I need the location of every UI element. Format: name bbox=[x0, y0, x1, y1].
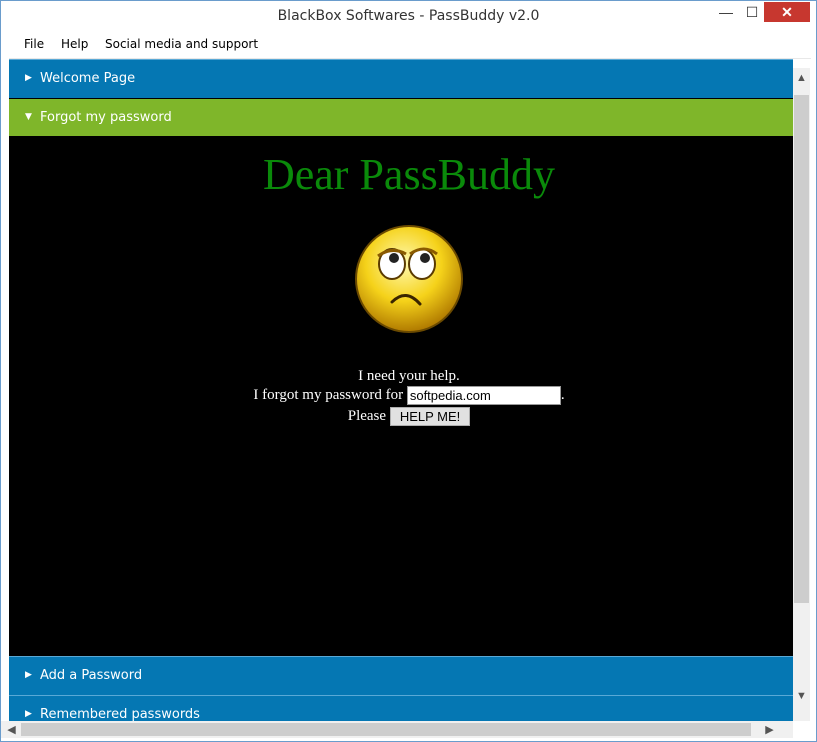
horizontal-scrollbar[interactable]: ◀ ▶ bbox=[1, 721, 793, 738]
expand-arrow-icon: ▶ bbox=[25, 73, 32, 83]
panel-add-label: Add a Password bbox=[40, 668, 143, 683]
scroll-down-icon[interactable]: ▼ bbox=[793, 690, 810, 702]
panel-remembered-label: Remembered passwords bbox=[40, 707, 200, 721]
accordion-content: ▶ Welcome Page ▼ Forgot my password Dear… bbox=[9, 59, 793, 721]
vertical-scroll-thumb[interactable] bbox=[794, 95, 809, 603]
page-heading: Dear PassBuddy bbox=[262, 150, 556, 199]
expand-arrow-icon: ▶ bbox=[25, 709, 32, 719]
app-window: BlackBox Softwares - PassBuddy v2.0 — ☐ … bbox=[0, 0, 817, 742]
scroll-right-icon[interactable]: ▶ bbox=[761, 723, 778, 736]
menu-help[interactable]: Help bbox=[61, 37, 88, 51]
forgot-line: I forgot my password for . bbox=[9, 386, 793, 405]
panel-remembered-header[interactable]: ▶ Remembered passwords bbox=[9, 695, 793, 721]
please-line: Please HELP ME! bbox=[9, 407, 793, 426]
confused-smiley-icon bbox=[355, 225, 463, 333]
minimize-button[interactable]: — bbox=[713, 2, 739, 22]
maximize-button[interactable]: ☐ bbox=[739, 2, 765, 22]
collapse-arrow-icon: ▼ bbox=[25, 112, 32, 122]
scroll-up-icon[interactable]: ▲ bbox=[793, 72, 810, 84]
menu-bar: File Help Social media and support bbox=[9, 32, 811, 59]
panel-welcome-label: Welcome Page bbox=[40, 71, 136, 86]
menu-social-media[interactable]: Social media and support bbox=[105, 37, 258, 51]
title-bar: BlackBox Softwares - PassBuddy v2.0 — ☐ … bbox=[1, 1, 816, 32]
horizontal-scroll-thumb[interactable] bbox=[21, 723, 751, 736]
scroll-left-icon[interactable]: ◀ bbox=[3, 723, 20, 736]
expand-arrow-icon: ▶ bbox=[25, 670, 32, 680]
window-title: BlackBox Softwares - PassBuddy v2.0 bbox=[277, 8, 540, 24]
site-input[interactable] bbox=[406, 386, 561, 405]
help-me-button[interactable]: HELP ME! bbox=[389, 407, 471, 426]
forgot-password-page: Dear PassBuddy I need your help. I forgo… bbox=[9, 136, 793, 656]
panel-welcome-header[interactable]: ▶ Welcome Page bbox=[9, 59, 793, 98]
close-button[interactable]: ✕ bbox=[764, 2, 810, 22]
menu-file[interactable]: File bbox=[24, 37, 44, 51]
vertical-scrollbar[interactable]: ▲ ▼ bbox=[793, 68, 810, 721]
panel-forgot-header[interactable]: ▼ Forgot my password bbox=[9, 99, 793, 137]
help-text: I need your help. bbox=[358, 368, 460, 384]
panel-add-header[interactable]: ▶ Add a Password bbox=[9, 656, 793, 695]
forgot-prefix: I forgot my password for bbox=[253, 386, 404, 403]
panel-forgot-label: Forgot my password bbox=[40, 110, 172, 125]
forgot-suffix: . bbox=[560, 386, 565, 403]
please-label: Please bbox=[347, 407, 387, 424]
